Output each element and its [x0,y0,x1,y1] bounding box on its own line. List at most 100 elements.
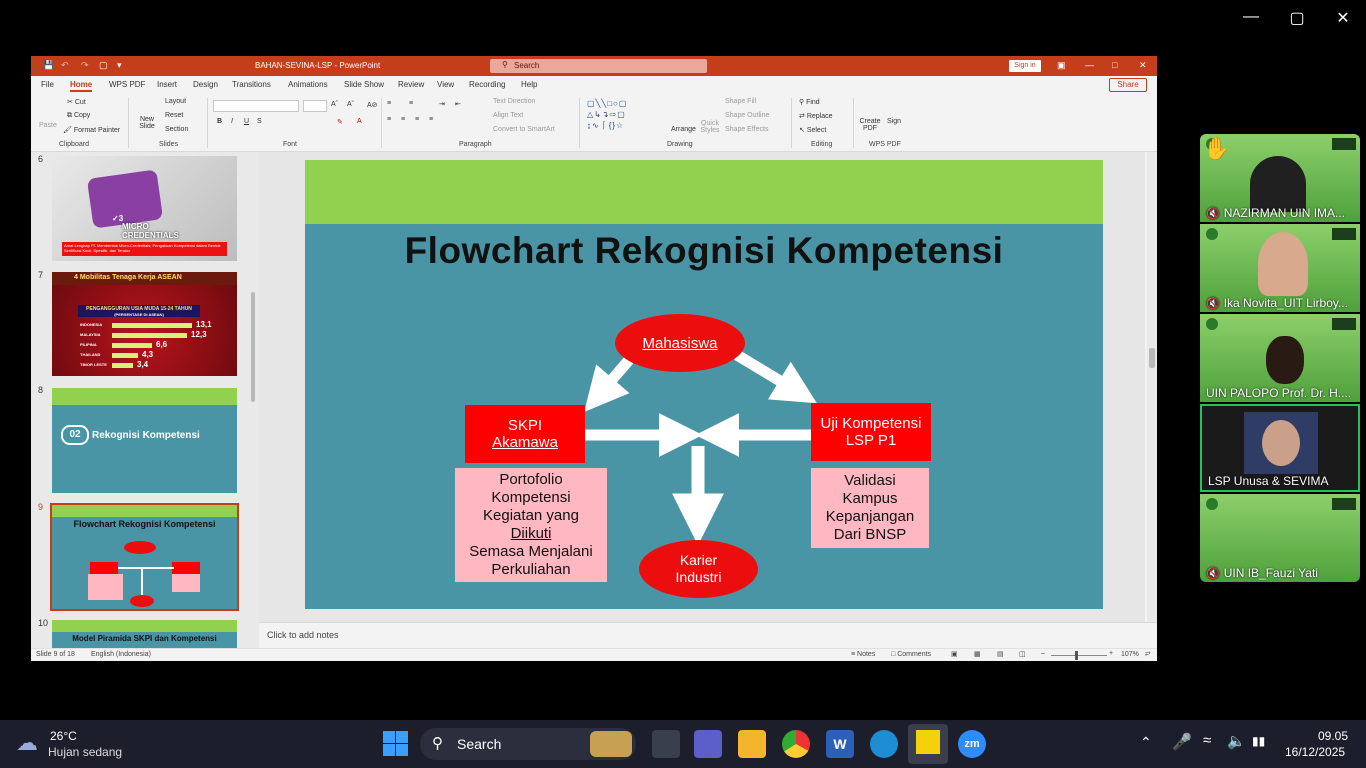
bullets-icon[interactable]: ≡ [387,100,391,107]
convert-smartart-button[interactable]: Convert to SmartArt [493,126,555,133]
start-button[interactable] [382,730,410,758]
zoom-restore-button[interactable]: ▢ [1282,8,1312,28]
select-button[interactable]: ↖ Select [799,126,826,134]
node-uji-kompetensi[interactable]: Uji Kompetensi LSP P1 [811,403,931,461]
copy-button[interactable]: ⧉ Copy [67,112,90,120]
comments-button[interactable]: □ Comments [891,651,931,658]
font-size-input[interactable] [303,100,327,112]
share-button[interactable]: Share [1109,78,1147,92]
notes-button[interactable]: ≡ Notes [851,651,875,658]
zoom-out-icon[interactable]: – [1041,650,1045,657]
tab-slide-show[interactable]: Slide Show [344,80,384,89]
align-left-icon[interactable]: ≡ [387,116,391,123]
bold-button[interactable]: B [217,118,222,125]
temperature[interactable]: 26°C [50,729,77,743]
decrease-font-icon[interactable]: Aˇ [347,101,354,108]
justify-icon[interactable]: ≡ [429,116,433,123]
zoom-level[interactable]: 107% [1121,651,1139,658]
thumbnail-slide-10[interactable]: Model Piramida SKPI dan Kompetensi [52,620,237,648]
wifi-icon[interactable]: ≈ [1203,732,1211,749]
weather-icon[interactable]: ☁ [16,730,44,755]
tab-review[interactable]: Review [398,80,424,89]
section-button[interactable]: Section [165,126,188,133]
scroll-thumb[interactable] [251,292,255,402]
participant-tile[interactable]: 🔇 Ika Novita_UIT Lirboy... [1200,224,1360,312]
zoom-minimize-button[interactable]: — [1236,8,1266,26]
present-icon[interactable]: ▢ [99,60,108,71]
undo-icon[interactable]: ↶ [61,60,69,71]
participant-tile[interactable]: ✋ 🔇 NAZIRMAN UIN IMA... [1200,134,1360,222]
zoom-close-button[interactable]: ✕ [1328,8,1358,28]
participant-tile-active[interactable]: LSP Unusa & SEVIMA [1200,404,1360,492]
close-button[interactable]: ✕ [1139,60,1147,71]
highlight-icon[interactable]: ✎ [337,118,343,126]
shapes-gallery[interactable]: ▢╲╲□○▢ △↳↴⇨▢ ↨∿⎰{}☆ [587,98,627,131]
thumbnail-slide-6[interactable]: ✓3 MICRO CREDENTIALS Amat Lengkap P1 Mem… [52,156,237,261]
thumbnails-scrollbar[interactable] [248,152,258,648]
tab-transitions[interactable]: Transitions [232,80,271,89]
note-validasi[interactable]: Validasi Kampus Kepanjangan Dari BNSP [811,468,929,548]
format-painter-button[interactable]: 🖌 Format Painter [63,126,120,134]
word-icon[interactable]: W [826,730,854,758]
paste-button[interactable]: Paste [39,122,57,129]
node-karier-industri[interactable]: Karier Industri [639,540,758,598]
participant-tile[interactable]: 🔇 UIN IB_Fauzi Yati [1200,494,1360,582]
clear-format-icon[interactable]: A⊘ [367,101,378,109]
taskbar-search[interactable]: ⚲ Search [420,728,636,760]
search-box[interactable]: ⚲ Search [490,59,707,73]
tab-home[interactable]: Home [70,80,93,92]
align-right-icon[interactable]: ≡ [415,116,419,123]
node-skpi[interactable]: SKPI Akamawa [465,405,585,463]
clock-date[interactable]: 16/12/2025 [1285,745,1345,759]
tab-help[interactable]: Help [521,80,537,89]
font-name-input[interactable] [213,100,299,112]
slide-thumbnails-panel[interactable]: 6 ✓3 MICRO CREDENTIALS Amat Lengkap P1 M… [31,152,259,648]
zoom-slider-thumb[interactable] [1075,651,1078,660]
outdent-icon[interactable]: ⇤ [455,100,461,108]
align-center-icon[interactable]: ≡ [401,116,405,123]
sticky-notes-active[interactable] [908,724,948,764]
language-indicator[interactable]: English (Indonesia) [91,651,151,658]
thumbnail-slide-7[interactable]: 4 Mobilitas Tenaga Kerja ASEAN PENGANGGU… [52,272,237,376]
align-text-button[interactable]: Align Text [493,112,523,119]
speaker-icon[interactable]: 🔈 [1227,732,1246,750]
chrome-icon[interactable] [782,730,810,758]
thumbnail-slide-9[interactable]: Flowchart Rekognisi Kompetensi [50,503,239,611]
quick-styles-button[interactable]: Quick Styles [699,120,721,134]
microphone-icon[interactable]: 🎤 [1172,732,1192,752]
slide-scrollbar[interactable] [1147,152,1157,622]
tab-view[interactable]: View [437,80,454,89]
battery-icon[interactable]: ▮▮ [1252,734,1265,748]
tab-insert[interactable]: Insert [157,80,177,89]
reading-view-icon[interactable]: ▤ [997,650,1004,658]
tab-wps-pdf[interactable]: WPS PDF [109,80,145,89]
new-slide-button[interactable]: New Slide [135,116,159,130]
create-pdf-button[interactable]: Create PDF [857,118,883,132]
tab-recording[interactable]: Recording [469,80,505,89]
participant-tile[interactable]: UIN PALOPO Prof. Dr. H.... [1200,314,1360,402]
increase-font-icon[interactable]: Aˆ [331,101,338,108]
shape-effects-button[interactable]: Shape Effects [725,126,768,133]
indent-icon[interactable]: ⇥ [439,100,445,108]
font-color-icon[interactable]: A [357,118,362,125]
customize-icon[interactable]: ▾ [117,60,122,71]
slide-scroll-thumb[interactable] [1149,348,1155,368]
sign-button[interactable]: Sign [887,118,901,125]
arrange-button[interactable]: Arrange [671,126,696,133]
underline-button[interactable]: U [244,118,249,125]
edge-icon[interactable] [870,730,898,758]
zoom-in-icon[interactable]: + [1109,650,1113,657]
shape-fill-button[interactable]: Shape Fill [725,98,756,105]
normal-view-icon[interactable]: ▣ [951,650,958,658]
tab-animations[interactable]: Animations [288,80,328,89]
save-icon[interactable]: 💾 [43,60,54,71]
chevron-up-icon[interactable]: ⌃ [1140,734,1152,751]
text-direction-button[interactable]: Text Direction [493,98,535,105]
minimize-button[interactable]: — [1085,60,1094,70]
cut-button[interactable]: ✂ Cut [67,98,86,106]
note-portofolio[interactable]: Portofolio Kompetensi Kegiatan yang Diik… [455,468,607,582]
sign-in-button[interactable]: Sign in [1009,60,1041,72]
redo-icon[interactable]: ↷ [81,60,89,71]
numbering-icon[interactable]: ≡ [409,100,413,107]
fit-slide-icon[interactable]: ⥂ [1145,650,1151,658]
